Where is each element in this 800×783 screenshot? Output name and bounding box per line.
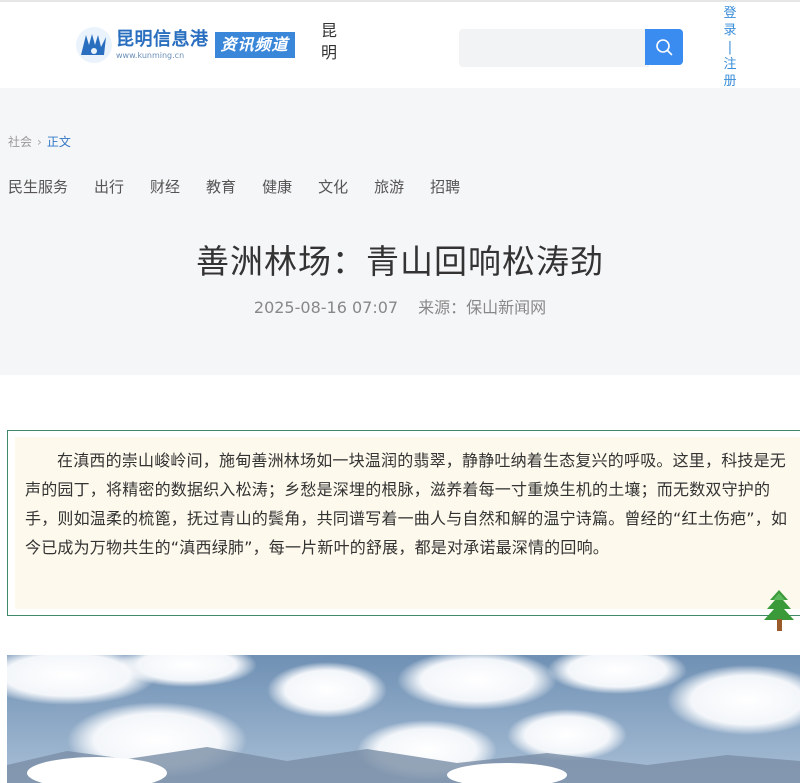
- nav-item-lvyou[interactable]: 旅游: [374, 176, 404, 197]
- nav-item-zhaopin[interactable]: 招聘: [430, 176, 460, 197]
- logo-name: 昆明信息港: [116, 28, 209, 50]
- nav-item-minsheng[interactable]: 民生服务: [8, 176, 68, 197]
- article-source: 来源：保山新闻网: [418, 298, 547, 317]
- breadcrumb-section[interactable]: 社会: [8, 135, 32, 149]
- auth-separator: |: [727, 40, 733, 55]
- register-link[interactable]: 注册: [722, 56, 738, 90]
- site-logo[interactable]: 昆明信息港 www.kunming.cn 资讯频道: [76, 27, 295, 63]
- nav-item-chuxing[interactable]: 出行: [94, 176, 124, 197]
- search-input[interactable]: [459, 29, 649, 67]
- nav-item-jiaoyu[interactable]: 教育: [206, 176, 236, 197]
- logo-emblem-icon: [76, 27, 112, 63]
- article-title: 善洲林场：青山回响松涛劲: [196, 242, 604, 281]
- article-datetime: 2025-08-16 07:07: [253, 298, 399, 317]
- pine-tree-icon: [762, 590, 796, 636]
- breadcrumb-current: 正文: [46, 135, 71, 149]
- search-button[interactable]: [645, 29, 683, 65]
- article-summary: 在滇西的崇山峻岭间，施甸善洲林场如一块温润的翡翠，静静吐纳着生态复兴的呼吸。这里…: [25, 451, 788, 557]
- login-link[interactable]: 登录: [722, 5, 738, 39]
- channel-badge[interactable]: 资讯频道: [214, 32, 295, 58]
- article-photo: [7, 655, 800, 783]
- auth-links: 登录 | 注册: [722, 5, 738, 90]
- search-icon: [656, 39, 673, 56]
- logo-url: www.kunming.cn: [116, 50, 185, 60]
- nav-item-wenhua[interactable]: 文化: [318, 176, 348, 197]
- nav-item-caijing[interactable]: 财经: [150, 176, 180, 197]
- breadcrumb-arrow-icon: ›: [37, 135, 42, 149]
- article-header: 社会 › 正文 民生服务 出行 财经 教育 健康 文化 旅游 招聘 善洲林场：青山回…: [0, 88, 800, 375]
- category-nav: 民生服务 出行 财经 教育 健康 文化 旅游 招聘: [8, 176, 486, 197]
- nav-item-jiankang[interactable]: 健康: [262, 176, 292, 197]
- breadcrumb: 社会 › 正文: [8, 133, 71, 150]
- article-meta: 2025-08-16 07:07 来源：保山新闻网: [0, 294, 800, 318]
- article-summary-box: 在滇西的崇山峻岭间，施甸善洲林场如一块温润的翡翠，静静吐纳着生态复兴的呼吸。这里…: [7, 430, 800, 616]
- site-header: 昆明信息港 www.kunming.cn 资讯频道 昆明 登录 | 注册: [0, 2, 800, 90]
- city-selector[interactable]: 昆明: [321, 20, 339, 64]
